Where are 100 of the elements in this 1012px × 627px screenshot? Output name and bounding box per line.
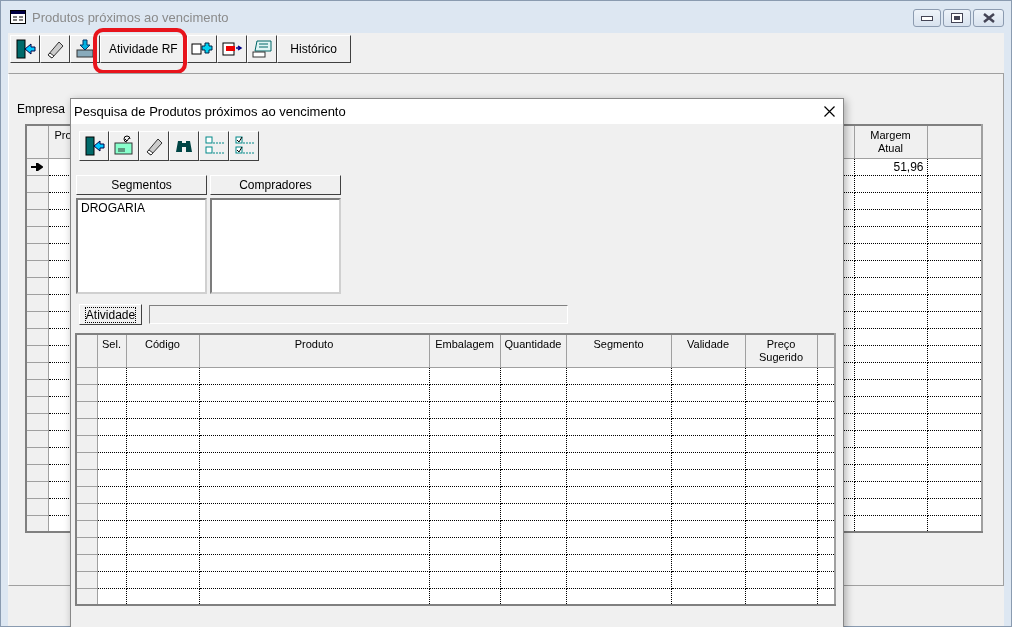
table-cell (500, 469, 566, 486)
table-cell (745, 452, 817, 469)
toolbar-button[interactable] (10, 35, 40, 63)
table-cell (500, 367, 566, 384)
column-header: Preço Sugerido (745, 334, 817, 367)
column-header: Quantidade (500, 334, 566, 367)
table-cell (500, 503, 566, 520)
table-cell (745, 503, 817, 520)
minimize-icon (921, 15, 933, 21)
table-cell (745, 367, 817, 384)
card-undo-icon (113, 135, 135, 157)
maximize-button[interactable] (943, 9, 971, 27)
table-cell (429, 401, 500, 418)
table-cell (745, 554, 817, 571)
row-indicator-header (76, 334, 97, 367)
table-cell (429, 367, 500, 384)
table-cell (97, 367, 126, 384)
close-button[interactable] (973, 9, 1004, 27)
table-cell (500, 418, 566, 435)
table-cell (97, 418, 126, 435)
table-cell (97, 452, 126, 469)
table-cell (97, 486, 126, 503)
atividade-button[interactable]: Atividade (79, 304, 142, 325)
table-cell (97, 571, 126, 588)
table-cell (429, 537, 500, 554)
toolbar-button[interactable] (40, 35, 70, 63)
table-cell (500, 537, 566, 554)
table-cell (500, 486, 566, 503)
table-cell (429, 520, 500, 537)
table-cell (745, 537, 817, 554)
toolbar-button[interactable] (79, 131, 109, 161)
column-header: Produto (199, 334, 429, 367)
dialog-title: Pesquisa de Produtos próximos ao vencimento (74, 104, 346, 119)
column-header: Embalagem (429, 334, 500, 367)
toolbar-button[interactable] (169, 131, 199, 161)
table-cell (500, 452, 566, 469)
table-cell (429, 452, 500, 469)
table-cell (429, 486, 500, 503)
table-cell (429, 384, 500, 401)
table-cell (97, 384, 126, 401)
empresa-label: Empresa (17, 102, 66, 118)
table-cell (429, 571, 500, 588)
table-cell (97, 469, 126, 486)
close-icon (982, 13, 995, 23)
toolbar-button[interactable] (216, 35, 247, 63)
table-cell (97, 401, 126, 418)
atividade-field[interactable] (149, 305, 568, 324)
exit-door-icon (14, 38, 36, 60)
list-header-button[interactable]: Compradores (210, 175, 341, 195)
toolbar-button[interactable] (199, 131, 229, 161)
card-icon (250, 38, 273, 60)
list-header-button[interactable]: Segmentos (76, 175, 207, 195)
table-cell (500, 571, 566, 588)
toolbar-button[interactable] (229, 131, 259, 161)
table-cell (745, 384, 817, 401)
window-form-icon (10, 10, 26, 24)
table-cell (745, 486, 817, 503)
table-cell (97, 503, 126, 520)
column-header: Segmento (566, 334, 671, 367)
empty-checklist-icon (203, 135, 225, 157)
table-cell (97, 435, 126, 452)
column-header: Sel. (97, 334, 126, 367)
checked-checklist-icon (233, 135, 255, 157)
current-row-arrow-icon (31, 162, 44, 171)
window-title: Produtos próximos ao vencimento (32, 9, 229, 25)
toolbar-button[interactable] (109, 131, 139, 161)
table-cell (429, 554, 500, 571)
table-cell (429, 418, 500, 435)
column-header: Validade (671, 334, 745, 367)
toolbar-button[interactable]: Histórico (276, 35, 351, 63)
table-cell (97, 554, 126, 571)
table-cell (500, 520, 566, 537)
list-box[interactable]: DROGARIA (76, 198, 207, 294)
table-cell (500, 401, 566, 418)
table-cell (745, 469, 817, 486)
close-icon (823, 106, 835, 117)
download-tray-icon (74, 38, 96, 60)
column-header (927, 125, 982, 158)
table-cell (745, 520, 817, 537)
maximize-icon (951, 13, 963, 23)
table-cell (745, 571, 817, 588)
toolbar-button[interactable] (246, 35, 277, 63)
toolbar-button[interactable] (139, 131, 169, 161)
table-cell (429, 503, 500, 520)
list-box[interactable] (210, 198, 341, 294)
table-cell (745, 435, 817, 452)
table-cell (745, 401, 817, 418)
table-cell (745, 418, 817, 435)
table-cell (97, 520, 126, 537)
table-cell (500, 384, 566, 401)
table-cell (500, 554, 566, 571)
list-item[interactable]: DROGARIA (81, 201, 145, 215)
table-cell (429, 435, 500, 452)
exit-door-icon (83, 135, 105, 157)
toolbar-button[interactable] (186, 35, 217, 63)
minimize-button[interactable] (913, 9, 941, 27)
table-cell (97, 537, 126, 554)
table-cell: 51,96 (854, 158, 927, 175)
table-cell (429, 469, 500, 486)
column-header: Código (126, 334, 199, 367)
